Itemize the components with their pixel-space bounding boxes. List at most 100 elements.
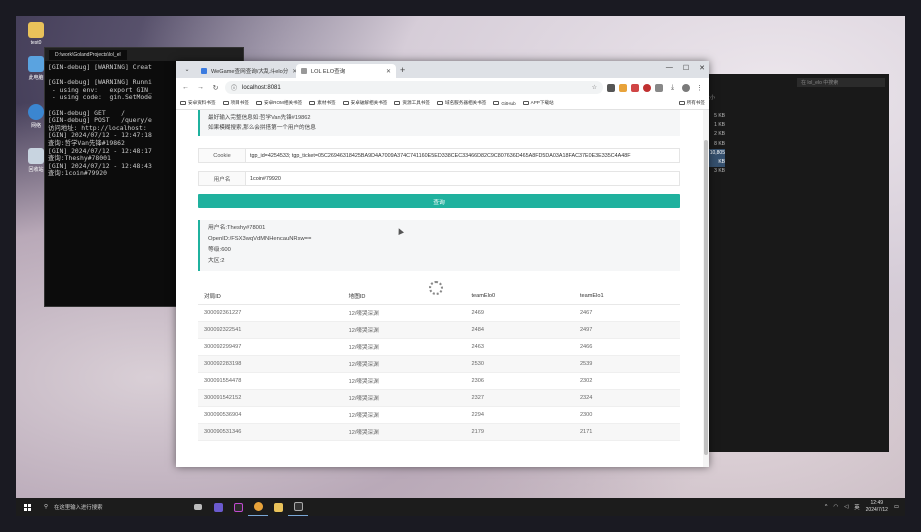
bookmark-label: 安卓破解相关书签 [350, 100, 388, 105]
folder-icon [222, 100, 229, 106]
chevron-up-icon[interactable]: ^ [825, 504, 828, 510]
menu-icon[interactable]: ⋮ [694, 82, 705, 93]
username-label: 用户名 [198, 171, 246, 186]
table-cell: 12/嚎哭深渊 [342, 338, 466, 356]
bookmark-folder[interactable]: APP下载站 [522, 100, 554, 106]
query-button[interactable]: 查询 [198, 194, 680, 208]
explorer-search-input[interactable]: 在 lol_elo 中搜索 [797, 78, 885, 87]
bookmark-label: 资源工具书签 [402, 100, 430, 105]
username-row: 用户名 1coin#79920 [198, 171, 680, 186]
bookmark-folder[interactable]: 安卓破解相关书签 [342, 100, 388, 106]
wegame-favicon-icon [201, 68, 207, 74]
maximize-icon[interactable]: ☐ [683, 64, 689, 72]
cookie-input[interactable]: tgp_id=4254533; tgp_ticket=05C2694631842… [246, 148, 680, 163]
table-row: 300090536904 12/嚎哭深渊 2294 2300 [198, 406, 680, 424]
table-row: 300092322541 12/嚎哭深渊 2484 2497 [198, 321, 680, 339]
table-cell: 12/嚎哭深渊 [342, 423, 466, 441]
forward-icon[interactable]: → [195, 82, 206, 93]
back-icon[interactable]: ← [180, 82, 191, 93]
table-cell: 2467 [573, 304, 680, 322]
table-cell: 12/嚎哭深渊 [342, 321, 466, 339]
tab-search-icon[interactable]: ⌄ [180, 64, 194, 75]
table-row: 300092283198 12/嚎哭深渊 2530 2539 [198, 355, 680, 373]
extension-icon[interactable] [619, 83, 627, 92]
desktop-icon-user[interactable]: test0 [22, 22, 50, 46]
table-cell: 300090531346 [198, 423, 343, 441]
extension-icon[interactable] [631, 83, 639, 92]
network-icon[interactable]: ◠ [833, 504, 838, 510]
table-cell: 2484 [465, 321, 574, 339]
desktop-icon-label: test0 [30, 40, 42, 46]
scrollbar-thumb[interactable] [704, 140, 708, 455]
clock-time: 12:49 [870, 500, 884, 506]
file-explorer-window[interactable]: 在 lol_elo 中搜索 大小 5 KB 1 KB 2 KB 8 KB 10,… [692, 74, 889, 452]
taskbar-app-goland[interactable] [228, 498, 248, 516]
taskbar-app-chrome[interactable] [248, 498, 268, 516]
download-icon[interactable]: ⤓ [667, 82, 678, 93]
result-username: 用户名:Theshy#78001 [208, 225, 266, 231]
bookmark-folder[interactable]: GitHub [493, 100, 516, 106]
desktop-icon-label: 网络 [30, 123, 41, 129]
minimize-icon[interactable]: — [666, 64, 673, 72]
folder-icon [522, 100, 529, 106]
site-info-icon[interactable]: ⓘ [231, 83, 237, 92]
table-cell: 12/嚎哭深渊 [342, 406, 466, 424]
notification-icon[interactable]: ▭ [894, 504, 899, 510]
extension-icon[interactable] [643, 83, 651, 92]
bookmark-star-icon[interactable]: ☆ [592, 84, 597, 91]
close-icon[interactable]: ✕ [386, 68, 391, 75]
table-cell: 12/嚎哭深渊 [342, 304, 466, 322]
clock[interactable]: 12:49 2024/7/12 [866, 500, 888, 514]
terminal-tab[interactable]: D:\work\GolandProjects\lol_el [49, 49, 127, 60]
table-cell: 2327 [465, 389, 574, 407]
bookmark-folder[interactable]: 素材书签 [309, 100, 336, 106]
new-tab-icon[interactable]: + [400, 65, 405, 75]
folder-icon [394, 100, 401, 106]
taskbar-search[interactable]: ⚲ 在这里输入进行搜索 [38, 498, 188, 516]
start-button[interactable] [16, 503, 38, 511]
table-cell: 2463 [465, 338, 574, 356]
column-header: 对局ID [198, 288, 343, 305]
username-input[interactable]: 1coin#79920 [246, 171, 680, 186]
profile-avatar[interactable] [682, 83, 690, 92]
browser-toolbar: ← → ↻ ⓘ localhost:8081 ☆ ⤓ ⋮ [176, 78, 709, 97]
page-scrollbar[interactable] [703, 110, 709, 467]
taskbar-app-terminal[interactable] [288, 498, 308, 516]
tips-box: 最好输入完整信息如:哲学Van先锋#19862 如果模糊搜索,那么会拼搭第一个用… [198, 110, 680, 136]
close-window-icon[interactable]: ✕ [699, 64, 705, 72]
bookmark-label: 所有书签 [686, 100, 705, 105]
table-cell: 2539 [573, 355, 680, 373]
table-row: 300091554478 12/嚎哭深渊 2306 2302 [198, 372, 680, 390]
extension-icon[interactable] [607, 83, 615, 92]
windows-logo-icon [23, 503, 31, 511]
bookmark-folder[interactable]: 域名服务器相关书签 [436, 100, 487, 106]
table-cell: 2466 [573, 338, 680, 356]
bookmark-label: GitHub [501, 100, 516, 106]
bookmark-folder[interactable]: 资源工具书签 [394, 100, 430, 106]
terminal-icon [293, 502, 303, 511]
bookmark-label: 素材书签 [317, 100, 336, 105]
extensions-puzzle-icon[interactable] [655, 83, 663, 92]
all-bookmarks-folder[interactable]: 所有书签 [678, 100, 705, 106]
taskbar-app-explorer[interactable] [268, 498, 288, 516]
taskbar-task-view[interactable] [188, 498, 208, 516]
bookmark-label: 安卓ROM相关书签 [263, 100, 303, 105]
ide-icon [213, 502, 223, 512]
bookmark-folder[interactable]: 安卓资料书签 [180, 100, 216, 106]
table-cell: 300092283198 [198, 355, 343, 373]
tab-wegame[interactable]: WeGame查网查询/大乱斗elo分 ✕ [196, 64, 296, 78]
bookmark-folder[interactable]: 项目书签 [222, 100, 249, 106]
table-cell: 12/嚎哭深渊 [342, 389, 466, 407]
bookmark-folder[interactable]: 安卓ROM相关书签 [255, 100, 303, 106]
bookmark-label: 域名服务器相关书签 [444, 100, 487, 105]
tab-lol-elo[interactable]: LOL ELO查询 ✕ [296, 64, 396, 78]
table-cell: 300092299497 [198, 338, 343, 356]
folder-icon [255, 100, 262, 106]
volume-icon[interactable]: ◁ [844, 504, 848, 510]
table-row: 300092299497 12/嚎哭深渊 2463 2466 [198, 338, 680, 356]
address-bar[interactable]: ⓘ localhost:8081 ☆ [225, 81, 603, 94]
reload-icon[interactable]: ↻ [210, 82, 221, 93]
table-header-row: 对局ID 地图ID teamElo0 teamElo1 [198, 288, 680, 305]
input-language[interactable]: 英 [854, 503, 859, 511]
taskbar-app-ide[interactable] [208, 498, 228, 516]
